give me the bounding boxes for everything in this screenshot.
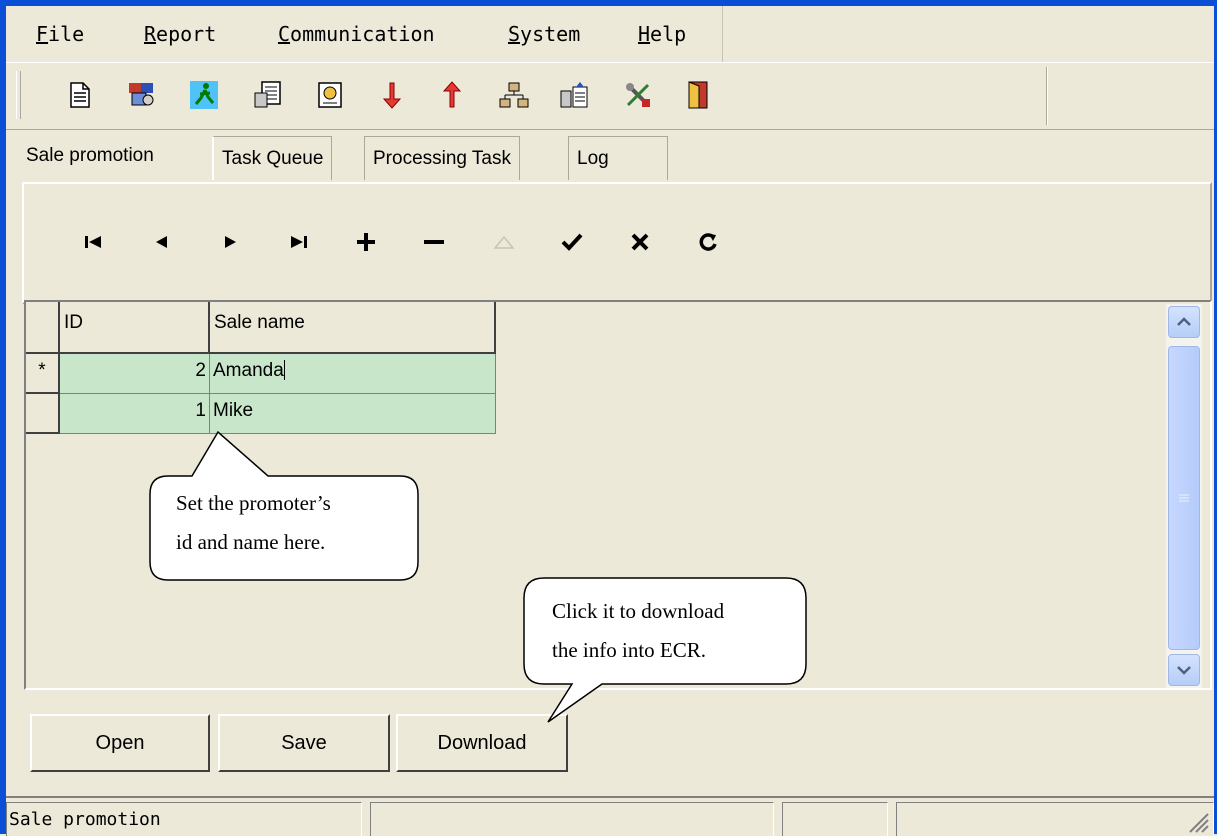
certificate-icon[interactable] xyxy=(312,77,348,113)
menu-help-rest: elp xyxy=(650,22,687,46)
cell-sale-name[interactable]: Mike xyxy=(210,394,496,434)
grid-corner xyxy=(26,302,60,354)
status-panel xyxy=(782,802,888,836)
promoter-callout-text: Set the promoter’s id and name here. xyxy=(176,484,331,562)
nav-edit-icon[interactable] xyxy=(484,222,524,262)
status-text: Sale promotion xyxy=(9,809,161,830)
network-icon[interactable] xyxy=(496,77,532,113)
column-header-sale-name[interactable]: Sale name xyxy=(210,302,496,354)
nav-insert-icon[interactable] xyxy=(346,222,386,262)
tab-strip: Sale promotion Task Queue Processing Tas… xyxy=(6,130,1214,182)
menu-communication[interactable]: Communication xyxy=(278,22,435,46)
open-button-label: Open xyxy=(95,731,145,754)
database-upload-icon[interactable] xyxy=(556,77,592,113)
cell-id[interactable]: 2 xyxy=(60,354,210,394)
db-navigator-panel xyxy=(22,182,1212,304)
scroll-up-icon[interactable] xyxy=(1168,306,1200,338)
nav-delete-icon[interactable] xyxy=(414,222,454,262)
menu-report-rest: eport xyxy=(156,22,217,46)
nav-prior-icon[interactable] xyxy=(142,222,182,262)
row-indicator[interactable] xyxy=(26,394,60,434)
download-button[interactable]: Download xyxy=(396,714,568,772)
cell-id-value: 2 xyxy=(195,360,206,381)
scroll-thumb[interactable] xyxy=(1168,346,1200,650)
vertical-scrollbar[interactable] xyxy=(1166,304,1202,688)
running-man-icon[interactable] xyxy=(186,77,222,113)
tab-sale-promotion[interactable]: Sale promotion xyxy=(18,130,162,182)
tools-icon[interactable] xyxy=(620,77,656,113)
tab-label: Processing Task xyxy=(373,147,511,169)
tab-label: Task Queue xyxy=(222,147,324,169)
row-indicator[interactable]: * xyxy=(26,354,60,394)
toolbar-grip[interactable] xyxy=(16,71,21,119)
cell-sale-name-value: Mike xyxy=(213,400,254,421)
menu-file-rest: ile xyxy=(48,22,85,46)
column-header-label: ID xyxy=(64,312,83,333)
status-panel xyxy=(370,802,774,836)
menu-communication-rest: ommunication xyxy=(290,22,435,46)
menu-bar: File Report Communication System Help xyxy=(6,6,1214,62)
status-panel xyxy=(896,802,1214,836)
download-callout-line: the info into ECR. xyxy=(552,638,706,662)
download-button-label: Download xyxy=(437,731,527,754)
promoter-callout-line: id and name here. xyxy=(176,530,326,554)
nav-cancel-icon[interactable] xyxy=(620,222,660,262)
tab-log[interactable]: Log xyxy=(568,136,668,180)
cell-sale-name[interactable]: Amanda xyxy=(210,354,496,394)
menu-file-mnemonic: F xyxy=(36,22,49,46)
document-icon[interactable] xyxy=(62,77,98,113)
nav-next-icon[interactable] xyxy=(210,222,250,262)
menu-system-rest: ystem xyxy=(520,22,581,46)
toolbar-spacer xyxy=(1046,67,1213,125)
menu-help-mnemonic: H xyxy=(638,22,651,46)
status-panel-main: Sale promotion xyxy=(6,802,362,836)
column-header-label: Sale name xyxy=(214,312,305,333)
cell-id-value: 1 xyxy=(195,400,206,421)
menu-row: File Report Communication System Help xyxy=(6,6,723,62)
cell-id[interactable]: 1 xyxy=(60,394,210,434)
menu-report-mnemonic: R xyxy=(144,22,157,46)
tab-label: Log xyxy=(577,147,609,169)
resize-grip-icon[interactable] xyxy=(1186,810,1210,834)
menu-report[interactable]: Report xyxy=(144,22,216,46)
toolbar xyxy=(6,62,1214,130)
download-callout-text: Click it to download the info into ECR. xyxy=(552,592,724,670)
promoter-callout-line: Set the promoter’s xyxy=(176,491,331,515)
open-button[interactable]: Open xyxy=(30,714,210,772)
column-header-id[interactable]: ID xyxy=(60,302,210,354)
save-button-label: Save xyxy=(281,731,327,754)
text-caret xyxy=(283,360,285,380)
status-bar: Sale promotion xyxy=(6,796,1214,836)
nav-post-icon[interactable] xyxy=(552,222,592,262)
arrow-up-icon[interactable] xyxy=(434,77,470,113)
arrow-down-icon[interactable] xyxy=(374,77,410,113)
nav-refresh-icon[interactable] xyxy=(688,222,728,262)
scroll-down-icon[interactable] xyxy=(1168,654,1200,686)
menu-file[interactable]: File xyxy=(36,22,84,46)
document-list-icon[interactable] xyxy=(250,77,286,113)
palette-icon[interactable] xyxy=(124,77,160,113)
tab-label: Sale promotion xyxy=(26,145,154,166)
menu-system[interactable]: System xyxy=(508,22,580,46)
save-button[interactable]: Save xyxy=(218,714,390,772)
menu-communication-mnemonic: C xyxy=(278,22,291,46)
nav-last-icon[interactable] xyxy=(278,222,318,262)
row-indicator-symbol: * xyxy=(38,360,46,381)
download-callout-line: Click it to download xyxy=(552,599,725,623)
tab-task-queue[interactable]: Task Queue xyxy=(212,136,333,180)
exit-door-icon[interactable] xyxy=(680,77,716,113)
menu-help[interactable]: Help xyxy=(638,22,686,46)
cell-sale-name-value: Amanda xyxy=(213,360,284,381)
menu-system-mnemonic: S xyxy=(508,22,521,46)
tab-processing-task[interactable]: Processing Task xyxy=(364,136,520,180)
nav-first-icon[interactable] xyxy=(74,222,114,262)
